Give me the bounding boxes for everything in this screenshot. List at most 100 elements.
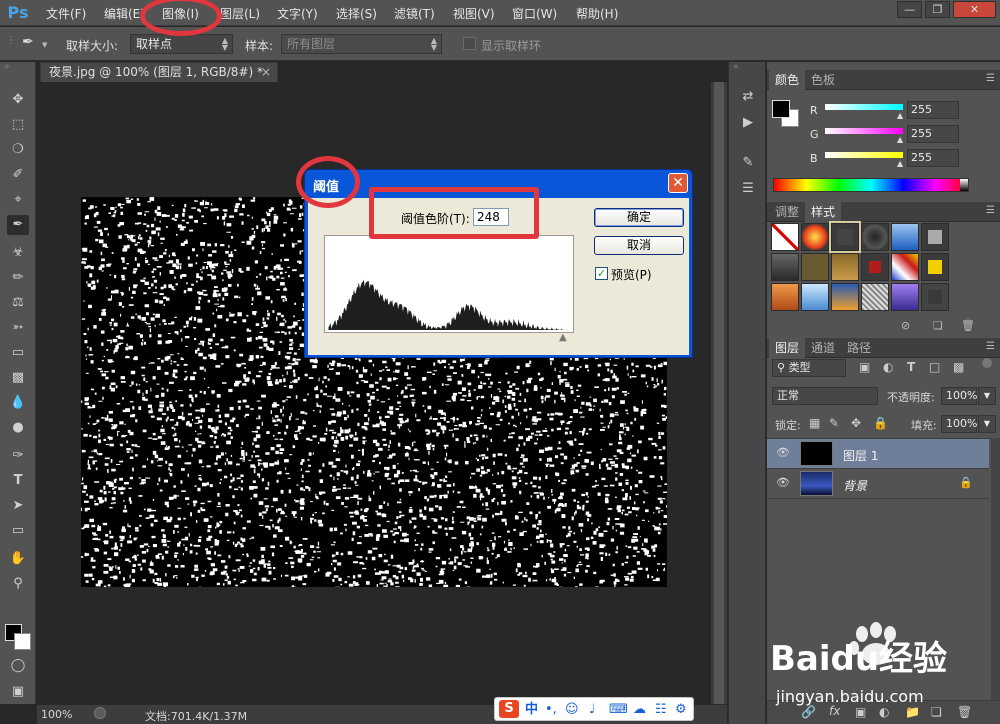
microphone-icon[interactable]: ♩ [589,701,595,718]
tab-color[interactable]: 颜色 [769,70,806,90]
minimize-icon[interactable]: — [897,1,922,18]
ime-mode[interactable]: 中 [525,701,538,718]
rectangle-tool-icon[interactable]: ▭ [7,521,29,541]
layer-name[interactable]: 图层 1 [843,447,878,464]
fill-input[interactable]: 100% [941,415,977,433]
menu-edit[interactable]: 编辑(E) [104,5,145,22]
style-preset[interactable] [829,221,861,253]
filter-shape-icon[interactable]: □ [929,360,940,374]
filter-pixel-icon[interactable]: ▣ [859,360,870,374]
eraser-tool-icon[interactable]: ▭ [7,343,29,363]
color-spectrum-bar[interactable] [773,178,969,192]
style-preset[interactable] [891,253,919,281]
wrench-icon[interactable]: ⚙ [675,701,687,718]
close-tab-icon[interactable]: × [261,63,271,82]
style-preset[interactable] [891,283,919,311]
brush-panel-icon[interactable]: ✎ [739,154,757,172]
scrollbar-thumb[interactable] [714,82,724,704]
sample-size-select[interactable]: 取样点 ▲ ▼ [130,34,233,54]
slider-handle-icon[interactable]: ▲ [897,111,903,120]
red-slider[interactable] [825,104,903,110]
style-preset[interactable] [801,283,829,311]
zoom-tool-icon[interactable]: ⚲ [7,574,29,594]
toolbox-icon[interactable]: ☷ [655,701,667,718]
panel-menu-icon[interactable]: ☰ [986,341,995,352]
tab-swatches[interactable]: 色板 [805,70,841,90]
quick-mask-icon[interactable]: ◯ [7,656,29,676]
style-none[interactable] [771,223,799,251]
emoji-icon[interactable]: ☺ [565,701,579,718]
type-tool-icon[interactable]: T [7,471,29,491]
opacity-input[interactable]: 100% [941,387,977,405]
foreground-color-swatch[interactable] [772,100,790,118]
layer-row-background[interactable]: 👁 背景 🔒 [767,469,989,499]
style-preset[interactable] [861,253,889,281]
sogou-logo[interactable]: S [499,700,519,718]
vertical-scrollbar[interactable] [711,82,727,704]
style-preset[interactable] [921,223,949,251]
lasso-tool-icon[interactable]: ❍ [7,140,29,160]
lock-all-icon[interactable]: 🔒 [873,416,888,430]
brush-tool-icon[interactable]: ✏ [7,268,29,288]
red-value[interactable]: 255 [907,101,959,119]
menu-view[interactable]: 视图(V) [453,5,495,22]
style-preset[interactable] [921,253,949,281]
sample-select[interactable]: 所有图层 ▲ ▼ [281,34,442,54]
visibility-eye-icon[interactable]: 👁 [776,476,790,490]
menu-filter[interactable]: 滤镜(T) [394,5,435,22]
layer-row-layer1[interactable]: 👁 图层 1 [767,439,989,469]
chevron-down-icon[interactable]: ▼ [978,415,996,433]
tab-layers[interactable]: 图层 [769,338,806,358]
history-brush-tool-icon[interactable]: ➳ [7,318,29,338]
lock-transparency-icon[interactable]: ▦ [809,416,820,430]
crop-tool-icon[interactable]: ⌖ [7,190,29,210]
brush-presets-icon[interactable]: ☰ [739,180,757,198]
clone-stamp-tool-icon[interactable]: ⚖ [7,293,29,313]
panel-menu-icon[interactable]: ☰ [986,73,995,84]
filter-toggle-icon[interactable] [982,358,992,368]
close-icon[interactable]: ✕ [668,173,688,193]
marquee-tool-icon[interactable]: ⬚ [7,115,29,135]
slider-handle-icon[interactable]: ▲ [897,135,903,144]
filter-adjustment-icon[interactable]: ◐ [883,360,893,374]
menu-layer[interactable]: 图层(L) [220,5,260,22]
collapse-icon[interactable]: » [4,62,10,72]
history-panel-icon[interactable]: ⇄ [739,88,757,106]
new-style-icon[interactable]: ❏ [933,319,943,332]
status-info-icon[interactable] [94,707,106,719]
blue-slider[interactable] [825,152,903,158]
lock-position-icon[interactable]: ✥ [851,416,861,430]
skin-icon[interactable]: ☁ [633,701,646,718]
layer-name[interactable]: 背景 [843,477,867,494]
blur-tool-icon[interactable]: 💧 [7,393,29,413]
path-select-tool-icon[interactable]: ➤ [7,496,29,516]
tab-styles[interactable]: 样式 [805,202,842,222]
pen-tool-icon[interactable]: ✑ [7,446,29,466]
slider-handle-icon[interactable]: ▲ [897,159,903,168]
style-preset[interactable] [921,283,949,311]
tab-paths[interactable]: 路径 [841,338,877,358]
collapse-icon[interactable]: « [733,62,739,72]
style-preset[interactable] [771,253,799,281]
style-preset[interactable] [771,283,799,311]
restore-icon[interactable]: ❐ [925,1,950,18]
quick-select-tool-icon[interactable]: ✐ [7,165,29,185]
style-preset[interactable] [831,253,859,281]
gradient-tool-icon[interactable]: ▩ [7,368,29,388]
filter-smart-object-icon[interactable]: ▩ [953,360,964,374]
tab-adjustments[interactable]: 调整 [769,202,805,222]
hand-tool-icon[interactable]: ✋ [7,549,29,569]
ok-button[interactable]: 确定 [594,208,684,227]
panel-menu-icon[interactable]: ☰ [986,205,995,216]
zoom-level[interactable]: 100% [41,708,72,721]
chevron-down-icon[interactable]: ▼ [42,41,47,49]
screen-mode-icon[interactable]: ▣ [7,682,29,702]
actions-panel-icon[interactable]: ▶ [739,114,757,132]
healing-brush-tool-icon[interactable]: ☣ [7,243,29,263]
chevron-down-icon[interactable]: ▼ [978,387,996,405]
style-preset[interactable] [801,253,829,281]
dodge-tool-icon[interactable]: ● [7,418,29,438]
lock-pixels-icon[interactable]: ✎ [829,416,839,430]
eyedropper-tool-icon[interactable]: ✒ [7,215,29,235]
style-preset[interactable] [801,223,829,251]
